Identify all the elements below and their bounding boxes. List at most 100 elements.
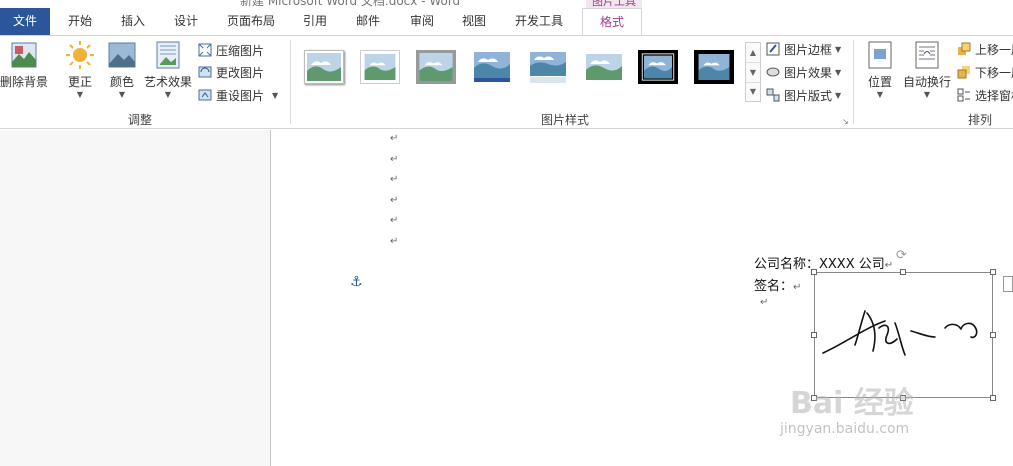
paragraph-mark: ↵ <box>390 195 399 206</box>
tab-file[interactable]: 文件 <box>0 8 50 35</box>
artistic-effects-button[interactable]: 艺术效果 ▼ <box>142 40 194 100</box>
chevron-down-icon: ▼ <box>164 90 172 99</box>
picture-effects-icon <box>766 67 780 77</box>
artistic-effects-icon <box>156 41 180 69</box>
artistic-effects-label: 艺术效果 <box>143 75 192 89</box>
company-name-line[interactable]: 公司名称：XXXX 公司↵ <box>754 253 893 272</box>
sun-icon <box>66 41 94 69</box>
tab-view[interactable]: 视图 <box>452 8 496 35</box>
selection-pane-label: 选择窗格 <box>975 88 1013 103</box>
picture-effects-button[interactable]: 图片效果 ▼ <box>766 62 841 82</box>
landscape-icon <box>641 53 675 81</box>
picture-border-button[interactable]: 图片边框 ▼ <box>766 39 841 59</box>
wrap-text-label: 自动换行 <box>902 75 951 89</box>
rotate-handle-icon[interactable]: ⟳ <box>896 248 907 263</box>
scroll-down-icon[interactable]: ▼ <box>746 62 760 82</box>
chevron-down-icon: ▼ <box>835 67 842 77</box>
paragraph-mark: ↵ <box>390 236 399 247</box>
paragraph-mark: ↵ <box>760 297 769 308</box>
change-picture-button[interactable]: 更改图片 <box>198 62 264 82</box>
tab-mailings[interactable]: 邮件 <box>346 8 390 35</box>
tab-format[interactable]: 格式 <box>582 8 642 36</box>
chevron-down-icon: ▼ <box>76 90 84 99</box>
company-name-text: 公司名称：XXXX 公司 <box>754 257 885 272</box>
compress-icon <box>198 43 212 57</box>
change-picture-icon <box>198 66 212 78</box>
chevron-down-icon: ▼ <box>835 44 842 54</box>
navigation-pane <box>0 130 271 466</box>
tab-page-layout[interactable]: 页面布局 <box>220 8 282 35</box>
corrections-button[interactable]: 更正 ▼ <box>60 40 100 100</box>
paragraph-mark: ↵ <box>884 260 894 271</box>
pen-border-icon <box>766 42 780 56</box>
resize-handle[interactable] <box>900 269 906 275</box>
selection-pane-button[interactable]: 选择窗格 <box>957 85 1013 105</box>
picture-style-6[interactable] <box>584 50 624 84</box>
signature-label-text: 签名： <box>754 279 794 294</box>
chevron-down-icon: ▼ <box>118 90 126 99</box>
resize-handle[interactable] <box>990 269 996 275</box>
picture-style-1[interactable] <box>304 50 344 84</box>
color-button[interactable]: 颜色 ▼ <box>104 40 140 100</box>
scroll-up-icon[interactable]: ▲ <box>746 43 760 62</box>
landscape-icon <box>419 53 453 81</box>
anchor-icon[interactable]: ⚓ <box>350 274 363 290</box>
landscape-icon <box>698 54 730 80</box>
landscape-icon <box>530 52 566 83</box>
resize-handle[interactable] <box>811 269 817 275</box>
picture-color-icon <box>108 42 136 68</box>
resize-handle[interactable] <box>990 332 996 338</box>
remove-background-button[interactable]: 删除背景 <box>0 40 48 90</box>
picture-tools-context-label: 图片工具 <box>586 0 642 8</box>
send-backward-button[interactable]: 下移一层 <box>957 62 1013 82</box>
arrange-group-label: 排列 <box>967 113 992 127</box>
picture-style-3[interactable] <box>416 50 456 84</box>
resize-handle[interactable] <box>990 395 996 401</box>
watermark-logo: Bai 经验 <box>790 386 914 421</box>
title-bar: 新建 Microsoft Word 文档.docx - Word 图片工具 <box>0 0 1013 8</box>
signature-line[interactable]: 签名：↵ <box>754 275 801 294</box>
corrections-label: 更正 <box>67 75 92 89</box>
tab-design[interactable]: 设计 <box>163 8 209 35</box>
wrap-text-icon <box>915 41 939 69</box>
selection-pane-icon <box>957 88 970 102</box>
adjust-group-label: 调整 <box>127 113 152 127</box>
watermark-url: jingyan.baidu.com <box>780 421 910 437</box>
compress-pictures-button[interactable]: 压缩图片 <box>198 40 264 60</box>
paragraph-mark: ↵ <box>390 215 399 226</box>
resize-handle[interactable] <box>811 332 817 338</box>
picture-layout-button[interactable]: 图片版式 ▼ <box>766 85 841 105</box>
position-label: 位置 <box>867 75 892 89</box>
reset-picture-label: 重设图片 <box>216 88 265 103</box>
wrap-text-button[interactable]: 自动换行 ▼ <box>901 40 953 100</box>
picture-style-5[interactable] <box>528 50 568 84</box>
landscape-icon <box>364 54 396 80</box>
dialog-launcher-icon[interactable]: ↘ <box>842 117 849 126</box>
compress-pictures-label: 压缩图片 <box>216 43 265 58</box>
reset-picture-button[interactable]: 重设图片 ▼ <box>198 85 278 105</box>
tab-insert[interactable]: 插入 <box>110 8 156 35</box>
picture-style-7[interactable] <box>638 50 678 84</box>
group-divider <box>853 40 854 124</box>
picture-style-2[interactable] <box>360 50 400 84</box>
send-backward-icon <box>957 66 970 79</box>
picture-style-4[interactable] <box>472 50 512 84</box>
change-picture-label: 更改图片 <box>216 65 265 80</box>
chevron-down-icon: ▼ <box>272 90 279 100</box>
tab-developer[interactable]: 开发工具 <box>507 8 571 35</box>
gallery-more-icon[interactable]: ▼ <box>746 82 760 101</box>
tab-references[interactable]: 引用 <box>293 8 337 35</box>
tab-home[interactable]: 开始 <box>56 8 104 35</box>
tab-review[interactable]: 审阅 <box>400 8 444 35</box>
layout-options-icon[interactable] <box>1003 276 1013 292</box>
landscape-icon <box>474 52 510 82</box>
bring-forward-icon <box>958 42 971 55</box>
position-button[interactable]: 位置 ▼ <box>862 40 898 100</box>
picture-style-8[interactable] <box>694 50 734 84</box>
paragraph-mark: ↵ <box>793 282 802 293</box>
gallery-scroll[interactable]: ▲ ▼ ▼ <box>745 42 761 102</box>
remove-background-label: 删除背景 <box>0 75 49 89</box>
position-icon <box>868 41 892 69</box>
picture-styles-group-label: 图片样式 <box>540 113 589 127</box>
bring-forward-button[interactable]: 上移一层 <box>957 39 1013 59</box>
